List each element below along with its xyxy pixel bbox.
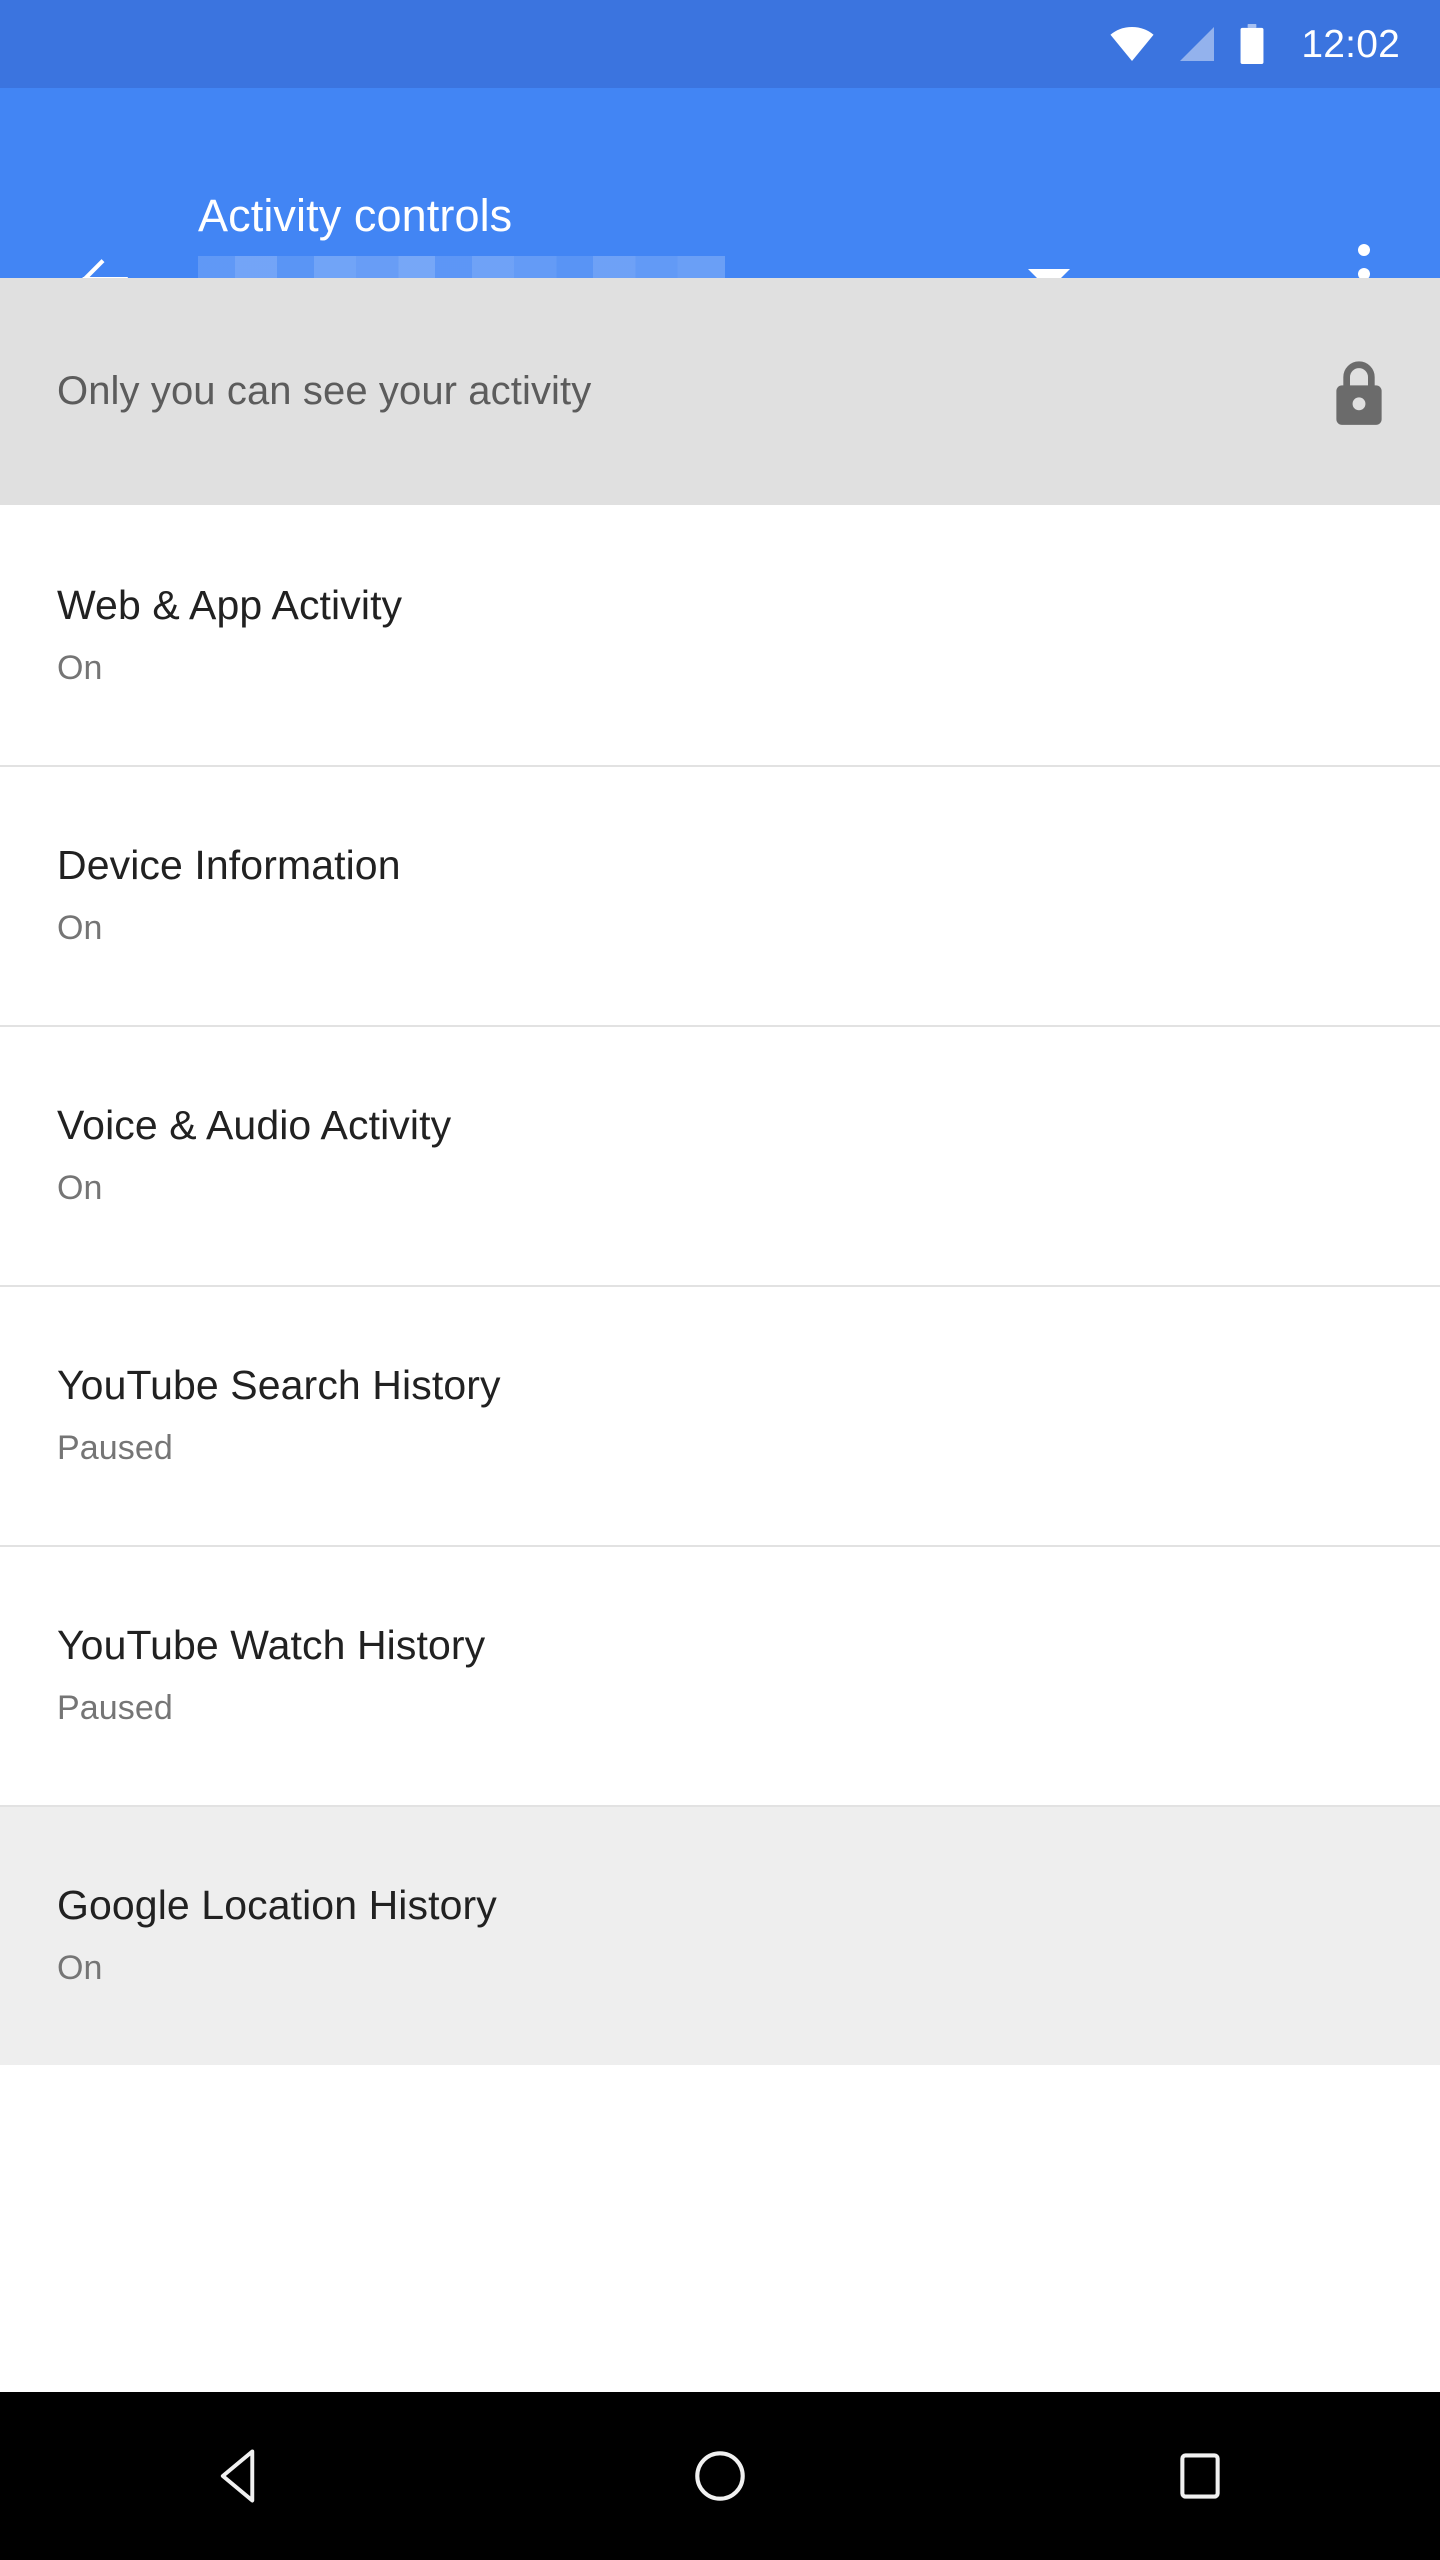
activity-status: On [57,908,103,947]
activity-status: On [57,1168,103,1207]
activity-row-voice-audio-activity[interactable]: Voice & Audio Activity On [0,1025,1440,1285]
app-bar: Activity controls [0,88,1440,306]
activity-status: On [57,1948,103,1987]
nav-home-circle-icon [695,2451,745,2501]
privacy-banner-text: Only you can see your activity [57,369,592,413]
activity-status: Paused [57,1428,173,1467]
activity-row-device-information[interactable]: Device Information On [0,765,1440,1025]
activity-row-google-location-history[interactable]: Google Location History On [0,1805,1440,2065]
activity-status: Paused [57,1688,173,1727]
activity-title: Google Location History [57,1881,497,1928]
activity-controls-list: Web & App Activity On Device Information… [0,505,1440,2065]
activity-row-youtube-search-history[interactable]: YouTube Search History Paused [0,1285,1440,1545]
android-navigation-bar [0,2392,1440,2560]
activity-status: On [57,648,103,687]
activity-title: Voice & Audio Activity [57,1101,452,1148]
page-title: Activity controls [198,190,513,241]
activity-title: Device Information [57,841,401,888]
more-vert-icon [1358,244,1370,256]
status-bar-clock: 12:02 [1301,22,1400,66]
cell-signal-icon [1180,27,1215,61]
activity-title: YouTube Search History [57,1361,501,1408]
activity-title: Web & App Activity [57,581,403,628]
activity-row-youtube-watch-history[interactable]: YouTube Watch History Paused [0,1545,1440,1805]
activity-row-web-app-activity[interactable]: Web & App Activity On [0,505,1440,765]
wifi-icon [1110,27,1154,61]
status-bar: 12:02 [0,0,1440,88]
nav-recents-button[interactable] [1125,2401,1275,2551]
nav-back-triangle-icon [220,2449,255,2503]
status-bar-icons: 12:02 [1109,24,1400,64]
nav-recents-square-icon [1180,2453,1220,2499]
nav-back-button[interactable] [165,2401,315,2551]
battery-icon [1240,24,1264,64]
privacy-banner: Only you can see your activity [0,278,1440,505]
lock-icon [1336,360,1382,425]
activity-title: YouTube Watch History [57,1621,486,1668]
android-screen: 12:02 Activity controls Only you can see… [0,0,1440,2560]
nav-home-button[interactable] [645,2401,795,2551]
